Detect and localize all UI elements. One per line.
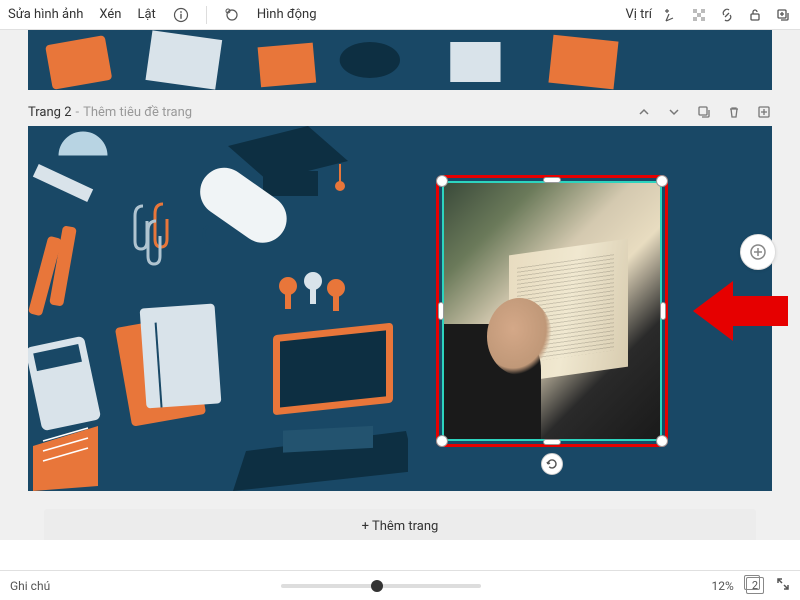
bottom-bar: Ghi chú 12% 2 — [0, 570, 800, 600]
position-button[interactable]: Vị trí — [625, 7, 652, 22]
delete-page-icon[interactable] — [726, 104, 742, 120]
notes-button[interactable]: Ghi chú — [10, 579, 50, 593]
edit-image-button[interactable]: Sửa hình ảnh — [8, 7, 83, 22]
wand-icon[interactable] — [662, 6, 680, 24]
arrow-annotation-icon — [693, 281, 793, 341]
page-indicator[interactable]: 2 — [746, 577, 764, 594]
resize-handle-top-right[interactable] — [656, 175, 668, 187]
expand-icon[interactable] — [666, 104, 682, 120]
decorative-illustrations — [28, 126, 408, 491]
resize-handle-top[interactable] — [543, 177, 561, 183]
duplicate-icon[interactable] — [774, 6, 792, 24]
bottom-right-controls: 12% 2 — [712, 577, 790, 594]
page-number-label: Trang 2 — [28, 105, 72, 120]
resize-handle-top-left[interactable] — [436, 175, 448, 187]
zoom-control — [50, 584, 711, 588]
page-title-separator: - — [76, 105, 80, 120]
toolbar-right: Vị trí — [625, 6, 792, 24]
previous-page-thumbnail[interactable] — [28, 30, 772, 90]
copy-page-icon[interactable] — [696, 104, 712, 120]
canvas-area: Trang 2 - Thêm tiêu đề trang — [0, 30, 800, 540]
strip-decorations — [28, 30, 772, 90]
fullscreen-icon[interactable] — [776, 577, 790, 594]
info-icon[interactable] — [172, 6, 190, 24]
page-header-actions — [636, 104, 772, 120]
add-page-label: + Thêm trang — [362, 519, 439, 534]
animate-icon — [223, 6, 241, 24]
page-header: Trang 2 - Thêm tiêu đề trang — [16, 98, 784, 126]
add-element-fab[interactable] — [740, 234, 776, 270]
transparency-icon[interactable] — [690, 6, 708, 24]
rotate-handle[interactable] — [541, 453, 563, 475]
zoom-percent-label[interactable]: 12% — [712, 579, 734, 593]
resize-handle-right[interactable] — [660, 302, 666, 320]
selected-image-frame[interactable] — [442, 181, 662, 441]
top-toolbar: Sửa hình ảnh Xén Lật Hình động Vị trí — [0, 0, 800, 30]
add-page-icon[interactable] — [756, 104, 772, 120]
resize-handle-bottom[interactable] — [543, 439, 561, 445]
crop-button[interactable]: Xén — [99, 7, 121, 22]
flip-button[interactable]: Lật — [137, 7, 155, 22]
add-page-button[interactable]: + Thêm trang — [44, 509, 756, 540]
lock-icon[interactable] — [746, 6, 764, 24]
toolbar-divider — [206, 6, 207, 24]
animate-button[interactable]: Hình động — [257, 7, 317, 22]
selection-outline — [442, 181, 662, 441]
page-title-input[interactable]: Thêm tiêu đề trang — [83, 105, 192, 120]
resize-handle-bottom-left[interactable] — [436, 435, 448, 447]
toolbar-left: Sửa hình ảnh Xén Lật Hình động — [8, 6, 625, 24]
zoom-slider-thumb[interactable] — [371, 580, 383, 592]
link-icon[interactable] — [718, 6, 736, 24]
resize-handle-left[interactable] — [438, 302, 444, 320]
resize-handle-bottom-right[interactable] — [656, 435, 668, 447]
collapse-icon[interactable] — [636, 104, 652, 120]
page-canvas[interactable] — [28, 126, 772, 491]
zoom-slider[interactable] — [281, 584, 481, 588]
